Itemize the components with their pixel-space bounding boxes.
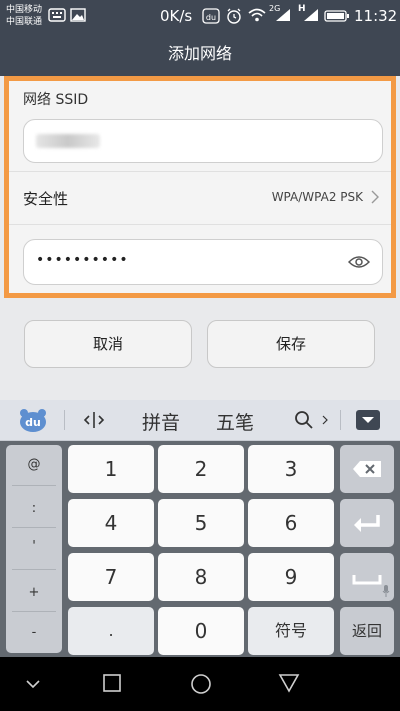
symbol-separator <box>12 569 56 570</box>
symbol-key-minus[interactable]: - <box>6 625 62 640</box>
cancel-button[interactable]: 取消 <box>24 320 192 368</box>
ssid-redacted-value <box>36 134 100 148</box>
symbol-key-colon[interactable]: : <box>6 501 62 516</box>
page-title: 添加网络 <box>167 44 232 63</box>
microphone-icon <box>382 585 390 597</box>
carrier-1: 中国移动 <box>6 5 43 15</box>
more-right-icon[interactable] <box>322 415 328 425</box>
wubi-mode-button[interactable]: 五笔 <box>216 408 254 435</box>
security-label: 安全性 <box>23 190 69 208</box>
symbol-separator <box>12 485 56 486</box>
pinyin-mode-button[interactable]: 拼音 <box>142 408 180 435</box>
search-icon[interactable] <box>294 410 316 430</box>
symbol-separator <box>12 527 56 528</box>
wifi-icon <box>248 8 266 22</box>
security-value: WPA/WPA2 PSK <box>271 190 363 204</box>
password-input[interactable]: •••••••••• <box>23 239 383 285</box>
alarm-icon <box>227 8 241 24</box>
battery-icon <box>324 10 349 22</box>
add-network-form: 网络 SSID 安全性 WPA/WPA2 PSK •••••••••• <box>4 76 396 298</box>
title-bar: 添加网络 <box>0 36 400 76</box>
network-speed: 0K/s <box>160 7 193 25</box>
back-key[interactable]: 返回 <box>340 607 394 655</box>
toolbar-divider <box>64 410 65 430</box>
toolbar-divider-2 <box>340 410 341 430</box>
navigation-bar <box>0 657 400 711</box>
baidu-notification-icon: du <box>202 8 220 24</box>
symbol-mode-key[interactable]: 符号 <box>248 607 334 655</box>
signal-icon-2 <box>304 9 318 21</box>
key-1[interactable]: 1 <box>68 445 154 493</box>
backspace-icon <box>353 461 381 477</box>
home-icon[interactable] <box>190 673 212 695</box>
eye-icon[interactable] <box>348 254 370 270</box>
key-2[interactable]: 2 <box>158 445 244 493</box>
back-triangle-icon[interactable] <box>278 673 300 693</box>
symbol-key-at[interactable]: @ <box>6 457 62 472</box>
chevron-right-icon <box>371 190 379 204</box>
carrier-info: 中国移动 中国联通 <box>6 4 42 28</box>
numeric-keyboard: @ : ' + - 1 2 3 4 5 6 7 8 9 . 0 符号 返回 <box>0 441 400 657</box>
key-4[interactable]: 4 <box>68 499 154 547</box>
keyboard-toolbar: du 拼音 五笔 <box>0 400 400 441</box>
space-icon <box>352 575 382 585</box>
collapse-down-icon[interactable] <box>26 679 40 689</box>
image-icon <box>70 8 86 22</box>
key-3[interactable]: 3 <box>248 445 334 493</box>
key-5[interactable]: 5 <box>158 499 244 547</box>
symbol-separator <box>12 611 56 612</box>
space-key[interactable] <box>340 553 394 601</box>
carrier-2: 中国联通 <box>6 17 43 27</box>
key-0[interactable]: 0 <box>158 607 244 655</box>
key-7[interactable]: 7 <box>68 553 154 601</box>
svg-text:du: du <box>206 13 216 22</box>
cursor-move-icon[interactable] <box>82 410 106 430</box>
keyboard-icon <box>48 8 66 22</box>
ssid-input[interactable] <box>23 119 383 163</box>
recent-apps-icon[interactable] <box>102 673 122 693</box>
baidu-logo-text: du <box>25 416 41 429</box>
ssid-label: 网络 SSID <box>23 92 89 108</box>
hide-keyboard-icon[interactable] <box>356 410 380 430</box>
signal-icon-1 <box>276 9 290 21</box>
clock: 11:32 <box>354 7 398 25</box>
key-6[interactable]: 6 <box>248 499 334 547</box>
status-bar: 中国移动 中国联通 0K/s du 2G H 11:32 <box>0 0 400 36</box>
symbol-key-plus[interactable]: + <box>6 585 62 600</box>
backspace-key[interactable] <box>340 445 394 493</box>
symbol-key-apostrophe[interactable]: ' <box>6 539 62 554</box>
enter-icon <box>354 515 380 532</box>
password-value: •••••••••• <box>36 252 129 268</box>
key-9[interactable]: 9 <box>248 553 334 601</box>
security-row[interactable]: 安全性 WPA/WPA2 PSK <box>9 171 391 225</box>
key-8[interactable]: 8 <box>158 553 244 601</box>
key-dot[interactable]: . <box>68 607 154 655</box>
symbol-column: @ : ' + - <box>6 445 62 653</box>
baidu-ime-logo-icon[interactable]: du <box>18 407 48 433</box>
save-button[interactable]: 保存 <box>207 320 375 368</box>
enter-key[interactable] <box>340 499 394 547</box>
